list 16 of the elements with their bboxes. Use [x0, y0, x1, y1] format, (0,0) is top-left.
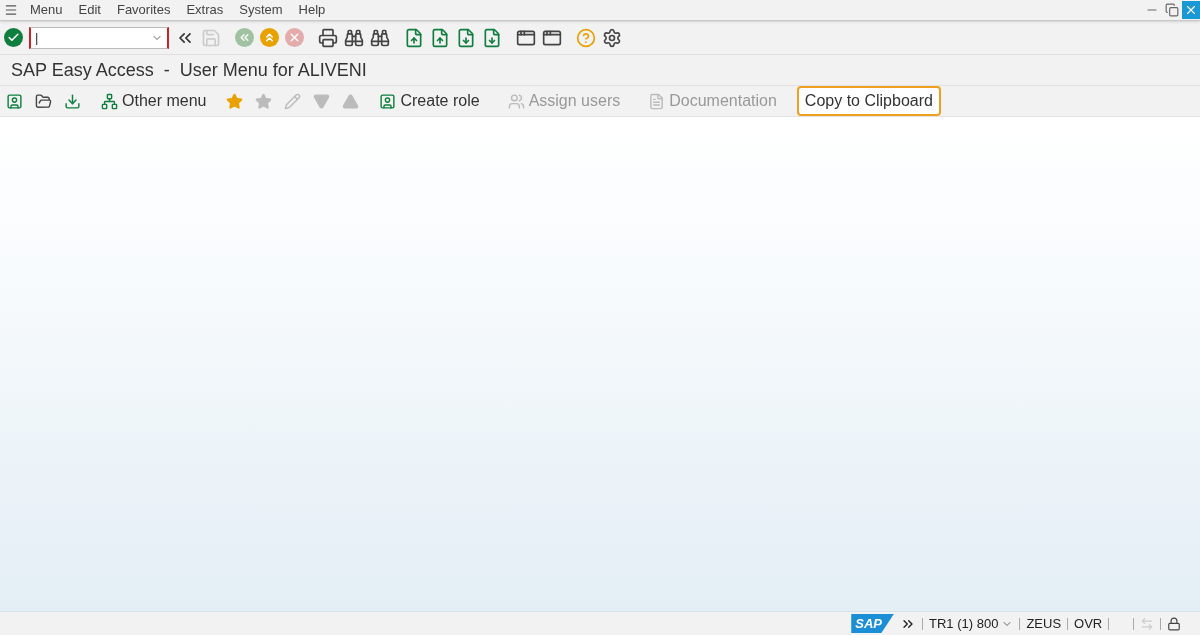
toolbar-button[interactable]: Other menu	[93, 86, 215, 116]
command-field[interactable]: |	[29, 26, 169, 49]
menu-item[interactable]: Menu	[22, 0, 71, 20]
mode-text: OVR	[1074, 614, 1103, 633]
server-text: ZEUS	[1026, 614, 1062, 633]
sap-logo: SAP	[851, 613, 894, 634]
screen-title: SAP Easy Access - User Menu for ALIVENI	[11, 58, 367, 82]
menu-item[interactable]: Extras	[178, 0, 232, 20]
command-text: |	[35, 28, 40, 47]
toolbar-button[interactable]: Copy to Clipboard	[796, 86, 941, 116]
menu-item[interactable]: Edit	[70, 0, 109, 20]
menu-item[interactable]: Favorites	[108, 0, 179, 20]
toolbar-button[interactable]: Create role	[371, 86, 488, 116]
menu-item[interactable]: Help	[290, 0, 334, 20]
menu-item[interactable]: System	[231, 0, 291, 20]
system-field[interactable]: TR1 (1) 800	[929, 613, 1014, 634]
